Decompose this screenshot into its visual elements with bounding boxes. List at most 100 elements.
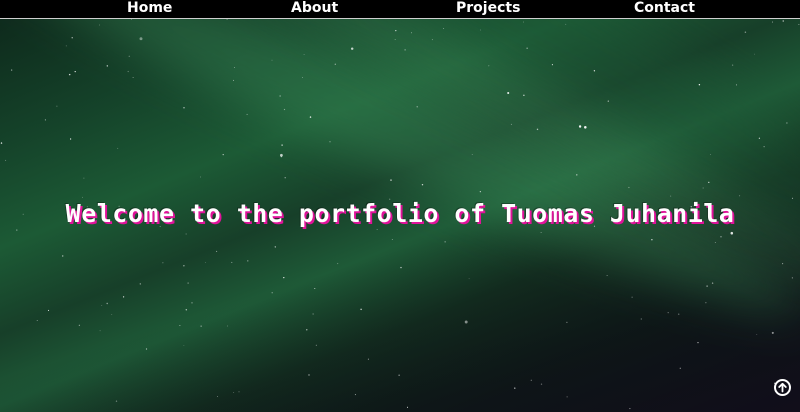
star [132, 76, 134, 78]
star [391, 238, 393, 240]
star [106, 65, 108, 67]
star [507, 91, 510, 95]
star [771, 21, 774, 23]
star [83, 177, 85, 179]
star [111, 314, 113, 315]
star [139, 37, 143, 41]
star [731, 64, 734, 66]
star [431, 39, 433, 41]
star [566, 321, 568, 324]
star [302, 76, 304, 78]
star [523, 94, 525, 96]
star [115, 400, 118, 402]
star [705, 302, 707, 304]
star [227, 325, 228, 327]
star [185, 309, 188, 311]
star [468, 278, 470, 280]
star [398, 374, 400, 376]
star [222, 153, 224, 156]
nav-link-about[interactable]: About [291, 0, 338, 17]
star [791, 277, 794, 279]
star [226, 19, 228, 20]
star [786, 122, 788, 124]
star [329, 141, 331, 143]
star [308, 374, 310, 376]
star [216, 250, 218, 252]
star [131, 19, 133, 20]
star [488, 65, 490, 67]
star [782, 263, 784, 265]
star [593, 70, 596, 72]
star [280, 153, 283, 157]
star [233, 67, 235, 69]
star [394, 38, 396, 41]
star [584, 126, 587, 129]
star [5, 159, 7, 161]
star [706, 285, 708, 287]
star [200, 325, 202, 327]
star [763, 146, 765, 148]
star [106, 302, 108, 305]
aurora-glow [0, 19, 800, 349]
star [714, 241, 716, 243]
star [735, 84, 738, 86]
star [162, 262, 164, 264]
star [480, 29, 482, 31]
star [530, 379, 532, 381]
star [443, 28, 445, 29]
star [117, 147, 119, 149]
star [312, 313, 314, 315]
nav-link-home[interactable]: Home [127, 0, 172, 17]
star [204, 262, 206, 263]
star [640, 318, 642, 320]
star [744, 31, 747, 34]
star [82, 196, 83, 198]
star [128, 55, 130, 57]
star [233, 79, 234, 81]
star [183, 107, 185, 109]
star [607, 100, 609, 102]
star [281, 144, 283, 146]
star [187, 282, 189, 284]
star [283, 276, 285, 279]
star [404, 49, 406, 51]
star [565, 23, 567, 25]
star [400, 266, 402, 269]
page: Home About Projects Contact Welcome to t… [0, 0, 800, 412]
star [523, 21, 524, 23]
star [754, 53, 755, 55]
scroll-to-top-button[interactable] [774, 379, 791, 396]
star [315, 344, 317, 346]
star [217, 396, 218, 397]
star [78, 324, 80, 326]
star [246, 113, 248, 115]
star [390, 179, 392, 181]
aurora-glow [78, 19, 800, 327]
star [61, 255, 64, 257]
star [679, 367, 681, 369]
star [279, 95, 281, 97]
star [284, 177, 286, 179]
star [271, 292, 273, 294]
star [350, 47, 354, 50]
star [191, 302, 193, 304]
star [200, 176, 201, 178]
star [74, 70, 76, 73]
star [739, 195, 741, 197]
nav-link-contact[interactable]: Contact [634, 0, 695, 17]
star [411, 32, 413, 34]
star [578, 125, 582, 128]
star [576, 174, 578, 176]
star [44, 119, 46, 121]
star [185, 233, 187, 235]
star [65, 45, 67, 47]
star [145, 348, 148, 350]
star [756, 334, 758, 335]
star [711, 282, 714, 284]
star [122, 296, 125, 298]
star [69, 138, 72, 140]
hero-title: Welcome to the portfolio of Tuomas Juhan… [65, 199, 735, 228]
star [730, 231, 734, 235]
nav-link-projects[interactable]: Projects [456, 0, 520, 17]
aurora-glow [276, 19, 800, 306]
